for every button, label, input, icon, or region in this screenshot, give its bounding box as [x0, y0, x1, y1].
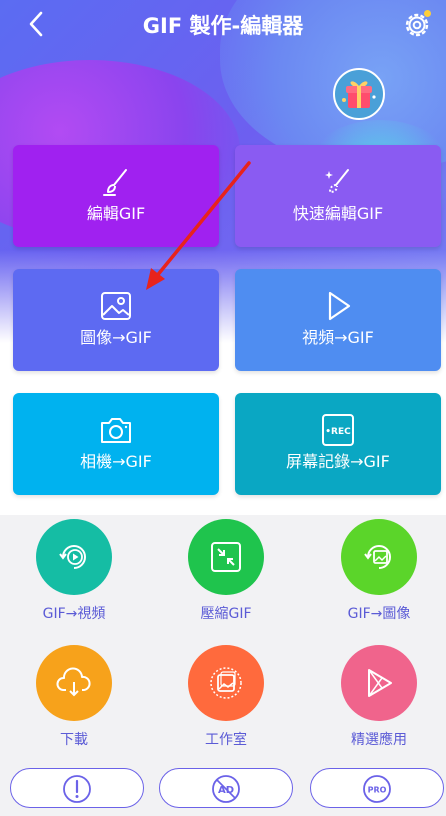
screen-record-to-gif-card[interactable]: •REC 屏幕記錄→GIF: [235, 393, 441, 495]
gift-icon: [342, 81, 376, 108]
tool-circle: [36, 519, 112, 595]
feedback-button[interactable]: [10, 768, 144, 808]
download-cloud-icon: [56, 667, 91, 697]
card-label: 相機→GIF: [80, 452, 152, 471]
tool-label: 精選應用: [351, 732, 407, 748]
video-to-gif-card[interactable]: 視頻→GIF: [235, 269, 441, 371]
studio-tool[interactable]: 工作室: [156, 645, 296, 749]
tool-label: 工作室: [205, 732, 247, 748]
card-label: 圖像→GIF: [80, 328, 152, 347]
edit-gif-card[interactable]: 編輯GIF: [13, 145, 219, 247]
rec-icon: •REC: [322, 414, 354, 446]
exclamation-icon: [63, 775, 91, 803]
tool-circle: [188, 645, 264, 721]
tool-label: GIF→圖像: [347, 606, 411, 622]
tool-label: 下載: [60, 732, 88, 748]
remove-ads-button[interactable]: AD: [159, 768, 293, 808]
compress-gif-tool[interactable]: 壓縮GIF: [156, 519, 296, 623]
card-label: 屏幕記錄→GIF: [286, 452, 390, 471]
gif-to-video-icon: [59, 545, 86, 569]
tool-circle: [36, 645, 112, 721]
gif-to-image-icon: [364, 545, 391, 569]
pro-text: PRO: [368, 786, 387, 795]
camera-icon: [101, 418, 131, 443]
image-icon: [101, 292, 131, 320]
pro-icon: PRO: [363, 775, 391, 803]
rec-badge-text: •REC: [325, 427, 351, 437]
tool-circle: [341, 519, 417, 595]
tool-label: GIF→視頻: [42, 606, 106, 622]
featured-apps-tool[interactable]: 精選應用: [309, 645, 446, 749]
camera-to-gif-card[interactable]: 相機→GIF: [13, 393, 219, 495]
play-icon: [328, 291, 351, 321]
magic-brush-icon: [325, 169, 349, 194]
gif-to-image-tool[interactable]: GIF→圖像: [309, 519, 446, 623]
play-store-icon: [368, 669, 392, 697]
no-ads-icon: AD: [212, 775, 240, 803]
notification-dot: [424, 10, 431, 17]
tool-label: 壓縮GIF: [200, 606, 252, 622]
pro-button[interactable]: PRO: [310, 768, 444, 808]
studio-icon: [210, 667, 242, 699]
download-tool[interactable]: 下載: [4, 645, 144, 749]
card-label: 快速編輯GIF: [292, 204, 384, 223]
tool-circle: [341, 645, 417, 721]
gif-to-video-tool[interactable]: GIF→視頻: [4, 519, 144, 623]
quick-edit-gif-card[interactable]: 快速編輯GIF: [235, 145, 441, 247]
image-to-gif-card[interactable]: 圖像→GIF: [13, 269, 219, 371]
gift-button[interactable]: [333, 68, 385, 120]
page-title: GIF 製作-編輯器: [142, 14, 304, 38]
brush-icon: [103, 169, 127, 196]
tool-circle: [188, 519, 264, 595]
compress-icon: [211, 542, 241, 572]
card-label: 編輯GIF: [86, 204, 146, 223]
card-label: 視頻→GIF: [302, 328, 374, 347]
